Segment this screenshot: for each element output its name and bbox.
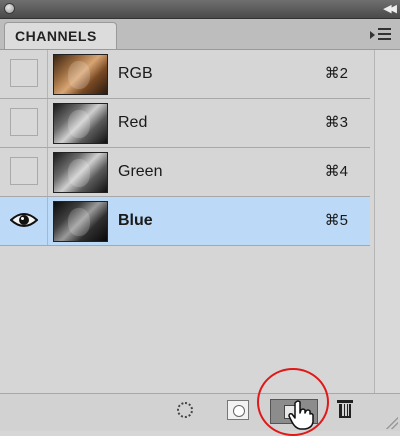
panel-footer <box>0 393 400 431</box>
visibility-box[interactable] <box>10 157 38 185</box>
hand-pointer-icon <box>288 400 314 430</box>
tab-channels[interactable]: CHANNELS <box>4 22 117 49</box>
visibility-toggle[interactable] <box>0 50 48 98</box>
channel-name: RGB <box>118 65 153 82</box>
panel-titlebar: ◀◀ <box>0 0 400 19</box>
dotted-circle-icon[interactable] <box>177 402 193 418</box>
scrollbar[interactable] <box>374 50 400 393</box>
visibility-toggle[interactable] <box>0 148 48 196</box>
channel-shortcut: ⌘4 <box>324 163 348 180</box>
channel-list: RGB ⌘2 Red ⌘3 Green ⌘4 Blue ⌘5 <box>0 50 374 393</box>
channel-shortcut: ⌘5 <box>324 212 348 229</box>
channel-row-blue[interactable]: Blue ⌘5 <box>0 197 370 246</box>
channel-name: Red <box>118 114 148 131</box>
visibility-box[interactable] <box>10 108 38 136</box>
double-chevron-right-icon[interactable]: ◀◀ <box>383 2 397 16</box>
close-icon[interactable] <box>4 3 15 14</box>
eye-icon[interactable] <box>10 210 38 230</box>
channel-thumbnail <box>53 201 108 242</box>
channel-name: Green <box>118 163 163 180</box>
resize-grip[interactable] <box>386 417 398 429</box>
channel-shortcut: ⌘2 <box>324 65 348 82</box>
panel-tabbar: CHANNELS <box>0 19 400 50</box>
channel-thumbnail <box>53 54 108 95</box>
channel-row-red[interactable]: Red ⌘3 <box>0 99 370 148</box>
channel-row-green[interactable]: Green ⌘4 <box>0 148 370 197</box>
mask-icon[interactable] <box>227 400 249 420</box>
panel-menu-icon[interactable] <box>370 27 392 41</box>
visibility-toggle[interactable] <box>0 99 48 147</box>
visibility-toggle[interactable] <box>0 197 48 245</box>
channel-shortcut: ⌘3 <box>324 114 348 131</box>
channel-thumbnail <box>53 152 108 193</box>
channel-row-rgb[interactable]: RGB ⌘2 <box>0 50 370 99</box>
channel-thumbnail <box>53 103 108 144</box>
visibility-box[interactable] <box>10 59 38 87</box>
channel-name: Blue <box>118 212 153 229</box>
trash-icon[interactable] <box>337 400 353 418</box>
